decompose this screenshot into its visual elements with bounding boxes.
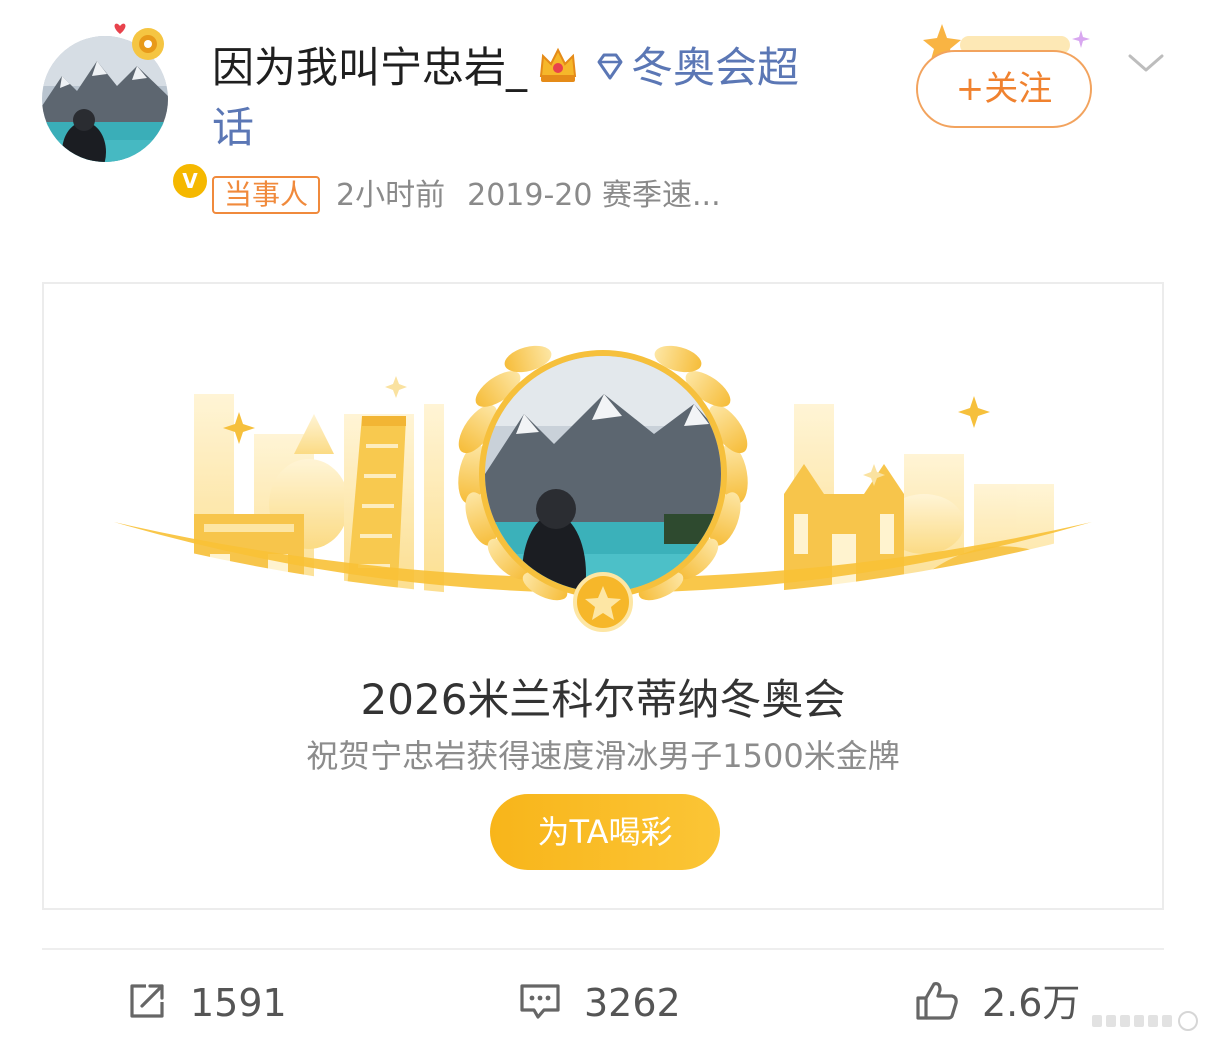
chevron-down-icon[interactable] bbox=[1126, 48, 1166, 78]
card-subtitle: 祝贺宁忠岩获得速度滑冰男子1500米金牌 bbox=[306, 737, 900, 775]
verified-icon: V bbox=[170, 161, 210, 201]
divider bbox=[42, 948, 1164, 950]
cheer-button[interactable]: 为TA喝彩 bbox=[490, 794, 720, 870]
repost-icon bbox=[130, 984, 164, 1018]
comment-count: 3262 bbox=[584, 981, 681, 1025]
like-button[interactable]: 2.6万 bbox=[914, 978, 1080, 1028]
avatar-wrapper[interactable]: V bbox=[42, 23, 210, 201]
comment-button[interactable]: 3262 bbox=[518, 978, 681, 1028]
follow-area: +关注 bbox=[916, 22, 1106, 132]
party-badge: 当事人 bbox=[212, 176, 321, 214]
post-header-text: 因为我叫宁忠岩_ 冬奥会超话 bbox=[212, 38, 812, 158]
achievement-card[interactable]: 2026米兰科尔蒂纳冬奥会 祝贺宁忠岩获得速度滑冰男子1500米金牌 为TA喝彩 bbox=[42, 282, 1164, 910]
diamond-icon bbox=[597, 53, 623, 80]
comment-icon bbox=[520, 984, 560, 1019]
post-source[interactable]: 2019-20 赛季速... bbox=[467, 178, 721, 213]
post-meta: 当事人 2小时前 2019-20 赛季速... bbox=[212, 176, 721, 216]
username[interactable]: 因为我叫宁忠岩_ bbox=[212, 43, 527, 92]
avatar-decoration-icon bbox=[114, 23, 164, 60]
watermark-icon bbox=[1088, 1006, 1200, 1036]
repost-button[interactable]: 1591 bbox=[126, 978, 287, 1028]
thumbs-up-icon bbox=[916, 982, 958, 1020]
like-count: 2.6万 bbox=[982, 981, 1081, 1025]
card-title: 2026米兰科尔蒂纳冬奥会 bbox=[360, 675, 846, 724]
follow-button[interactable]: +关注 bbox=[916, 50, 1092, 128]
crown-icon bbox=[539, 47, 577, 82]
repost-count: 1591 bbox=[190, 981, 287, 1025]
post-time: 2小时前 bbox=[336, 178, 446, 213]
olympic-banner bbox=[44, 345, 1162, 644]
